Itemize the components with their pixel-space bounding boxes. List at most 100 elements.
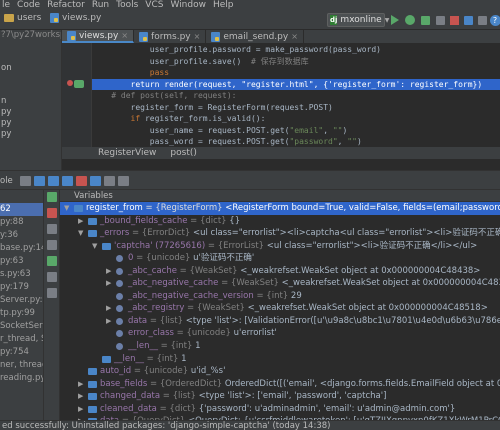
frame-item[interactable]: 62 [0, 203, 43, 216]
variable-row[interactable]: 0 = {unicode} u'验证码不正确' [60, 252, 500, 265]
variable-row[interactable]: _abc_negative_cache_version = {int} 29 [60, 290, 500, 303]
variable-row[interactable]: __len__ = {int} 1 [60, 353, 500, 366]
variable-row[interactable]: ▼ 'captcha' (77265616) = {ErrorList} <ul … [60, 240, 500, 253]
project-tree-item[interactable] [0, 162, 61, 170]
frame-item[interactable]: py:63 [0, 255, 43, 268]
run-button[interactable] [389, 14, 401, 26]
menu-item[interactable]: Run [92, 0, 109, 10]
frame-item[interactable]: base.py:147 [0, 242, 43, 255]
frame-item[interactable]: py:179 [0, 281, 43, 294]
menu-item[interactable]: Tools [116, 0, 138, 10]
collapse-arrow-icon[interactable]: ▼ [64, 202, 69, 215]
frame-item[interactable]: ner, threadin [0, 359, 43, 372]
project-tree-item[interactable] [0, 41, 61, 52]
editor-gutter[interactable] [62, 43, 92, 147]
step-into-my-code-button[interactable] [62, 176, 73, 186]
frame-item[interactable]: tp.py:99 [0, 307, 43, 320]
breadcrumb-class[interactable]: RegisterView [98, 148, 156, 158]
step-over-button[interactable] [34, 176, 45, 186]
project-tree-item[interactable]: py [0, 129, 61, 140]
menu-item[interactable]: le [2, 0, 10, 10]
expand-arrow-icon[interactable]: ▶ [78, 390, 83, 403]
frame-item[interactable]: s.py:63 [0, 268, 43, 281]
code-line[interactable]: user_name = request.POST.get("email", ""… [92, 125, 500, 136]
mute-breakpoints-button[interactable] [47, 240, 57, 250]
show-execution-point-button[interactable] [20, 176, 31, 186]
variable-row[interactable]: ▼ register_from = {RegisterForm} <Registe… [60, 202, 500, 215]
frame-item[interactable]: y:36 [0, 229, 43, 242]
editor-tab[interactable]: forms.py × [134, 30, 207, 43]
menu-item[interactable]: Refactor [47, 0, 85, 10]
variable-row[interactable]: __len__ = {int} 1 [60, 340, 500, 353]
step-into-button[interactable] [48, 176, 59, 186]
expand-arrow-icon[interactable]: ▶ [78, 215, 83, 228]
close-icon[interactable]: × [121, 31, 128, 40]
expand-arrow-icon[interactable]: ▶ [78, 378, 83, 391]
variable-row[interactable]: ▶ changed_data = {list} <type 'list'>: ['… [60, 390, 500, 403]
expand-arrow-icon[interactable]: ▶ [106, 265, 111, 278]
variable-row[interactable]: ▶ _abc_negative_cache = {WeakSet} <_weakr… [60, 277, 500, 290]
project-tree-item[interactable]: py [0, 118, 61, 129]
menu-item[interactable]: VCS [145, 0, 163, 10]
expand-arrow-icon[interactable]: ▶ [78, 403, 83, 416]
run-to-cursor-button[interactable] [104, 176, 115, 186]
code-line[interactable]: user_profile.save() # 保存到数据库 [92, 56, 500, 67]
code-line[interactable]: pass [92, 67, 500, 78]
debug-button[interactable] [404, 14, 416, 26]
project-tree-item[interactable]: n [0, 96, 61, 107]
editor-tab[interactable]: email_send.py × [206, 30, 304, 43]
expand-arrow-icon[interactable]: ▶ [106, 302, 111, 315]
frame-item[interactable]: py:88 [0, 216, 43, 229]
expand-arrow-icon[interactable]: ▶ [106, 277, 111, 290]
frame-item[interactable]: Server.py:65 [0, 294, 43, 307]
settings-button[interactable] [476, 14, 488, 26]
help-button[interactable]: ? [489, 14, 500, 26]
variable-row[interactable]: ▼ _errors = {ErrorDict} <ul class="errorl… [60, 227, 500, 240]
variable-row[interactable]: ▶ base_fields = {OrderedDict} OrderedDict… [60, 378, 500, 391]
frame-item[interactable] [0, 190, 43, 203]
menu-item[interactable]: Help [213, 0, 234, 10]
collapse-arrow-icon[interactable]: ▼ [78, 227, 83, 240]
project-tree-item[interactable]: on [0, 63, 61, 74]
breakpoint-icon[interactable] [67, 80, 73, 86]
settings-icon[interactable] [47, 272, 57, 282]
stop-button[interactable] [448, 14, 460, 26]
variable-row[interactable]: ▶ _bound_fields_cache = {dict} {} [60, 215, 500, 228]
pin-icon[interactable] [47, 288, 57, 298]
close-icon[interactable]: × [291, 32, 298, 41]
resume-button[interactable] [47, 192, 57, 202]
evaluate-expression-button[interactable] [118, 176, 129, 186]
variable-row[interactable]: ▶ _abc_registry = {WeakSet} <_weakrefset.… [60, 302, 500, 315]
variable-row[interactable]: auto_id = {unicode} u'id_%s' [60, 365, 500, 378]
frame-item[interactable]: r_thread, So [0, 333, 43, 346]
console-button[interactable] [47, 256, 57, 266]
project-tree-item[interactable] [0, 140, 61, 151]
editor-tab[interactable]: views.py × [62, 30, 135, 43]
collapse-arrow-icon[interactable]: ▼ [92, 240, 97, 253]
code-line[interactable]: user_profile.password = make_password(pa… [92, 44, 500, 55]
force-step-into-button[interactable] [76, 176, 87, 186]
frame-item[interactable]: SocketServe [0, 320, 43, 333]
project-tree-item[interactable]: py [0, 107, 61, 118]
project-tree-item[interactable] [0, 74, 61, 85]
code-line[interactable]: register_form = RegisterForm(request.POS… [92, 102, 500, 113]
nav-crumb-file[interactable]: views.py [50, 13, 101, 23]
run-config-select[interactable]: dj mxonline ▼ [327, 13, 389, 27]
code-line[interactable]: return render(request, "register.html", … [92, 78, 500, 90]
project-tree-item[interactable] [0, 85, 61, 96]
view-breakpoints-button[interactable] [47, 224, 57, 234]
nav-crumb-users[interactable]: users [4, 13, 41, 23]
profile-button[interactable] [434, 14, 446, 26]
project-tree-item[interactable] [0, 52, 61, 63]
step-out-button[interactable] [90, 176, 101, 186]
close-icon[interactable]: × [194, 32, 201, 41]
coverage-button[interactable] [419, 14, 431, 26]
project-tree-item[interactable] [0, 151, 61, 162]
menu-item[interactable]: Window [170, 0, 206, 10]
variable-row[interactable]: ▶ data = {list} <type 'list'>: [Validatio… [60, 315, 500, 328]
frame-item[interactable]: py:754 [0, 346, 43, 359]
console-tab[interactable]: ole [0, 176, 13, 186]
code-line[interactable]: if register_form.is_valid(): [92, 113, 500, 124]
stop-debug-button[interactable] [47, 208, 57, 218]
expand-arrow-icon[interactable]: ▶ [106, 315, 111, 328]
